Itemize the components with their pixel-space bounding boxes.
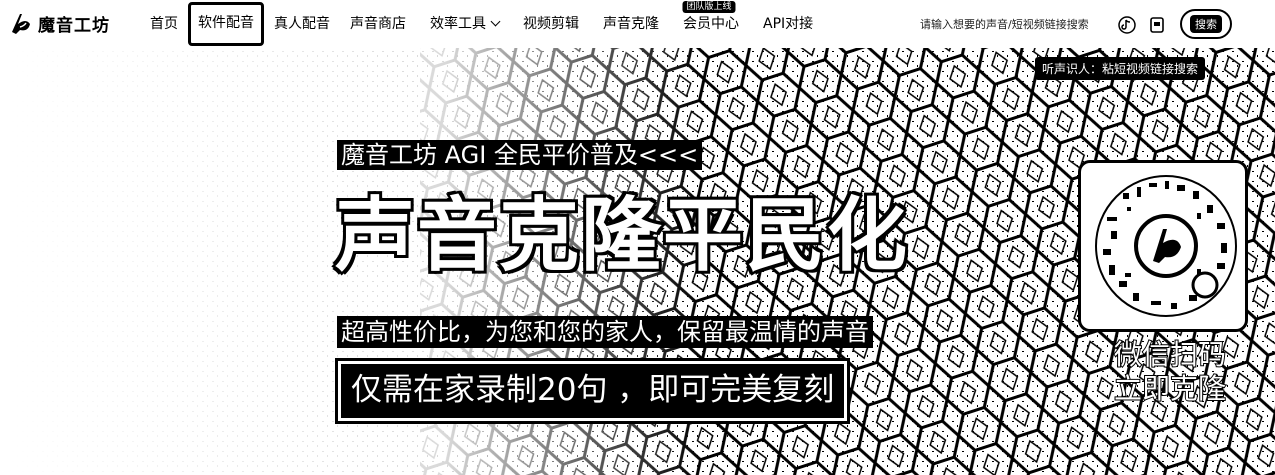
nav-label: API对接 (763, 16, 814, 32)
nav-voice-clone[interactable]: 声音克隆 (589, 0, 669, 48)
nav-software-dubbing[interactable]: 软件配音 (188, 2, 264, 46)
nav-voice-store[interactable]: 声音商店 (340, 0, 416, 48)
search-button-label: 搜索 (1190, 15, 1222, 33)
qr-code-icon (1095, 175, 1237, 317)
nav-label: 声音克隆 (603, 16, 659, 32)
hero-slogan: 超高性价比，为您和您的家人，保留最温情的声音 (337, 316, 873, 348)
tiktok-icon[interactable] (1118, 16, 1136, 34)
nav-member-center[interactable]: 团队版上线 会员中心 (669, 0, 749, 48)
wechat-qr-card[interactable] (1078, 160, 1248, 332)
nav-human-dubbing[interactable]: 真人配音 (264, 0, 340, 48)
qr-caption: 微信扫码 立即克隆 (1095, 337, 1245, 406)
logo-icon (12, 14, 30, 34)
hero-cta-banner[interactable]: 仅需在家录制20句 ，即可完美复刻 (334, 358, 851, 424)
brand-logo[interactable]: 魔音工坊 (8, 10, 110, 36)
qr-caption-line1: 微信扫码 (1113, 337, 1227, 372)
main-nav: 首页 软件配音 真人配音 声音商店 效率工具 视频剪辑 声音克隆 团队版上线 会… (140, 0, 823, 48)
nav-api[interactable]: API对接 (749, 0, 823, 48)
nav-home[interactable]: 首页 (140, 0, 188, 48)
nav-label: 首页 (150, 16, 178, 32)
nav-label: 效率工具 (430, 16, 486, 32)
team-edition-badge: 团队版上线 (682, 1, 736, 13)
top-navbar: 魔音工坊 首页 软件配音 真人配音 声音商店 效率工具 视频剪辑 声音克隆 团队… (0, 0, 1275, 48)
nav-label: 真人配音 (274, 16, 330, 32)
search-button[interactable]: 搜索 (1180, 9, 1232, 39)
qr-caption-line2: 立即克隆 (1113, 371, 1227, 406)
nav-label: 软件配音 (198, 15, 254, 31)
mini-app-icon[interactable] (1148, 16, 1166, 34)
nav-label: 声音商店 (350, 16, 406, 32)
nav-video-editing[interactable]: 视频剪辑 (509, 0, 589, 48)
nav-label: 视频剪辑 (523, 16, 579, 32)
search-input[interactable]: 请输入想要的声音/短视频链接搜索 (920, 16, 1089, 32)
nav-efficiency-tools[interactable]: 效率工具 (416, 0, 509, 48)
hero-subtitle: 魔音工坊 AGI 全民平价普及<<< (337, 140, 703, 170)
hero-banner[interactable]: 魔音工坊 AGI 全民平价普及<<< 声音克隆平民化 超高性价比，为您和您的家人… (0, 48, 1275, 475)
brand-name: 魔音工坊 (38, 15, 110, 36)
nav-label: 会员中心 (683, 16, 739, 32)
voice-search-tooltip: 听声识人：粘短视频链接搜索 (1035, 57, 1206, 80)
hero-title: 声音克隆平民化 (333, 187, 910, 285)
chevron-down-icon (490, 16, 501, 27)
